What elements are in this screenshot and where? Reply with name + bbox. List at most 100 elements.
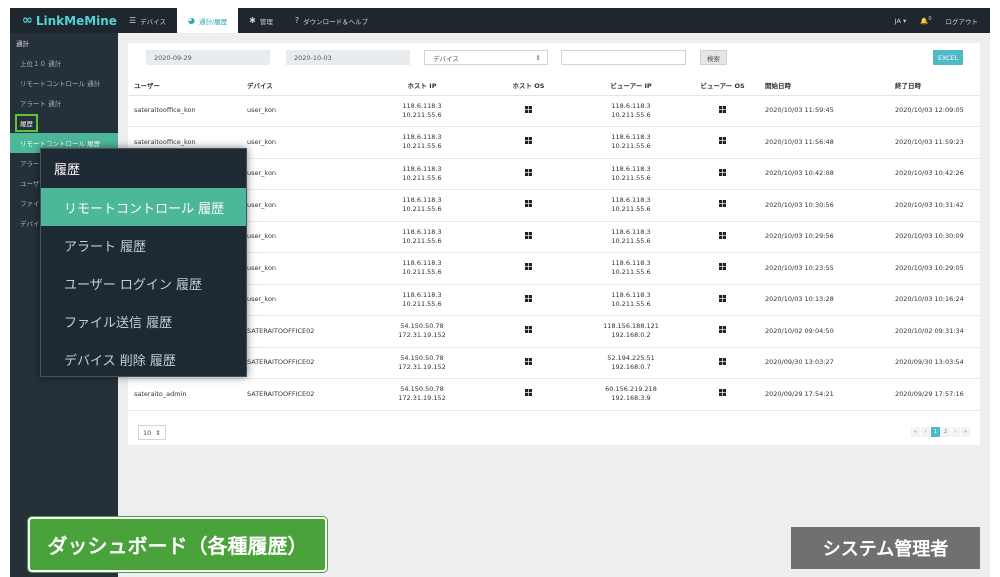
cell-end-time: 2020/09/29 17:57:16 bbox=[889, 378, 980, 411]
pagination-button[interactable]: › bbox=[951, 427, 960, 437]
windows-icon bbox=[525, 326, 532, 334]
search-input[interactable] bbox=[561, 50, 686, 65]
app-logo[interactable]: ∞ LinkMeMine bbox=[10, 13, 118, 28]
cell-viewer-os bbox=[686, 347, 759, 379]
table-row[interactable]: user_kon 118.6.118.3 10.211.55.6 118.6.118.… bbox=[128, 158, 980, 190]
tab-devices[interactable]: ☰ デバイス bbox=[118, 8, 177, 33]
cell-viewer-ip: 52.194.225.51 192.168.0.7 bbox=[576, 347, 686, 379]
viewer-ip-public: 60.156.219.218 bbox=[605, 385, 657, 394]
cell-viewer-ip: 118.156.188.121 192.168.0.2 bbox=[576, 315, 686, 348]
table-row[interactable]: user_kon 118.6.118.3 10.211.55.6 118.6.118.… bbox=[128, 284, 980, 316]
host-ip-public: 54.150.50.78 bbox=[400, 322, 444, 331]
windows-icon bbox=[719, 294, 726, 302]
pie-chart-icon: ◕ bbox=[187, 16, 195, 25]
windows-icon bbox=[525, 294, 532, 302]
popup-item-file-history[interactable]: ファイル送信 履歴 bbox=[41, 302, 246, 340]
excel-button[interactable]: EXCEL bbox=[933, 50, 964, 65]
tab-admin[interactable]: ✱ 管理 bbox=[238, 8, 284, 33]
col-viewer-os[interactable]: ビューアー OS bbox=[686, 75, 759, 96]
per-page-select[interactable]: 10 ⇕ bbox=[138, 425, 166, 440]
viewer-ip-local: 192.168.3.9 bbox=[611, 394, 651, 403]
host-ip-local: 10.211.55.6 bbox=[402, 142, 442, 151]
language-dropdown[interactable]: JA ▾ bbox=[895, 17, 907, 25]
cell-host-os bbox=[481, 347, 576, 379]
tab-download-help[interactable]: ? ダウンロード＆ヘルプ bbox=[284, 8, 379, 33]
device-select-value: デバイス bbox=[433, 54, 459, 63]
cell-viewer-os bbox=[686, 95, 759, 127]
windows-icon bbox=[719, 168, 726, 176]
cell-end-time: 2020/10/03 11:59:23 bbox=[889, 126, 980, 159]
date-from-input[interactable]: 2020-09-29 bbox=[146, 50, 270, 65]
table-row[interactable]: user_kon 118.6.118.3 10.211.55.6 118.6.118.… bbox=[128, 252, 980, 285]
cell-host-ip: 118.6.118.3 10.211.55.6 bbox=[363, 95, 481, 127]
tab-stats-history[interactable]: ◕ 通計/履歴 bbox=[176, 8, 239, 33]
cell-host-ip: 54.150.50.78 172.31.19.152 bbox=[363, 347, 481, 379]
popup-item-remote-history[interactable]: リモートコントロール 履歴 bbox=[41, 188, 246, 226]
navbar-right: JA ▾ 🔔0 ログアウト bbox=[895, 16, 990, 26]
cell-viewer-os bbox=[686, 378, 759, 411]
logout-link[interactable]: ログアウト bbox=[946, 16, 979, 26]
cell-host-ip: 118.6.118.3 10.211.55.6 bbox=[363, 221, 481, 253]
col-start-time[interactable]: 開始日時 bbox=[759, 75, 889, 96]
pagination-button[interactable]: 1 bbox=[931, 427, 940, 437]
history-zoom-popup: 履歴 リモートコントロール 履歴 アラート 履歴 ユーザー ログイン 履歴 ファ… bbox=[40, 148, 247, 377]
table-row[interactable]: sateraito_admin SATERAITOOFFICE02 54.150.5… bbox=[128, 378, 980, 411]
cell-host-os bbox=[481, 378, 576, 411]
filter-bar: 2020-09-29 2020-10-03 デバイス ⇕ 検索 EXCEL bbox=[128, 43, 980, 75]
tab-stats-history-label: 通計/履歴 bbox=[198, 17, 228, 26]
windows-icon bbox=[719, 326, 726, 334]
cell-viewer-ip: 118.6.118.3 10.211.55.6 bbox=[576, 221, 686, 253]
sidebar-item-alert-stats[interactable]: アラート 通計 bbox=[10, 93, 118, 113]
col-device[interactable]: デバイス bbox=[241, 75, 363, 96]
logo-text: LinkMeMine bbox=[35, 13, 117, 28]
pagination-button[interactable]: « bbox=[911, 427, 920, 437]
host-ip-local: 172.31.19.152 bbox=[398, 331, 446, 340]
cell-start-time: 2020/10/03 10:30:56 bbox=[759, 189, 889, 222]
table-row[interactable]: user_kon 118.6.118.3 10.211.55.6 118.6.118.… bbox=[128, 189, 980, 222]
cell-device: SATERAITOOFFICE02 bbox=[241, 378, 363, 411]
viewer-ip-local: 192.168.0.2 bbox=[611, 331, 651, 340]
sidebar-item-label: アラート 履歴 bbox=[20, 160, 42, 168]
cell-viewer-os bbox=[686, 126, 759, 159]
list-icon: ☰ bbox=[129, 16, 137, 25]
dashboard-caption-badge: ダッシュボード（各種履歴） bbox=[27, 516, 328, 573]
viewer-ip-local: 10.211.55.6 bbox=[611, 299, 651, 308]
windows-icon bbox=[719, 137, 726, 145]
table-row[interactable]: sateraitooffice_kon user_kon 118.6.118.3 10… bbox=[128, 95, 980, 127]
search-button[interactable]: 検索 bbox=[700, 50, 727, 65]
pagination-button[interactable]: 2 bbox=[941, 427, 950, 437]
viewer-ip-local: 10.211.55.6 bbox=[611, 110, 651, 119]
cell-viewer-ip: 118.6.118.3 10.211.55.6 bbox=[576, 252, 686, 285]
table-row[interactable]: sateraitooffice_kon user_kon 118.6.118.3 10… bbox=[128, 126, 980, 159]
sidebar-item-remote-stats[interactable]: リモートコントロール 通計 bbox=[10, 73, 118, 93]
table-row[interactable]: user_kon 118.6.118.3 10.211.55.6 118.6.118.… bbox=[128, 221, 980, 253]
windows-icon bbox=[525, 357, 532, 365]
col-host-os[interactable]: ホスト OS bbox=[481, 75, 576, 96]
host-ip-public: 118.6.118.3 bbox=[402, 196, 442, 205]
viewer-ip-local: 10.211.55.6 bbox=[611, 173, 651, 182]
date-to-input[interactable]: 2020-10-03 bbox=[286, 50, 410, 65]
host-ip-public: 118.6.118.3 bbox=[402, 259, 442, 268]
pagination-button[interactable]: ‹ bbox=[921, 427, 930, 437]
popup-item-login-history[interactable]: ユーザー ログイン 履歴 bbox=[41, 264, 246, 302]
pagination-button[interactable]: » bbox=[961, 427, 970, 437]
viewer-ip-local: 10.211.55.6 bbox=[611, 268, 651, 277]
col-end-time[interactable]: 終了日時 bbox=[889, 75, 980, 96]
table-row[interactable]: SATERAITOOFFICE02 54.150.50.78 172.31.19.1… bbox=[128, 347, 980, 379]
cell-end-time: 2020/10/03 10:16:24 bbox=[889, 284, 980, 316]
cell-end-time: 2020/10/03 10:30:09 bbox=[889, 221, 980, 253]
history-table: ユーザー デバイス ホスト IP ホスト OS ビューアー IP ビューアー O… bbox=[128, 75, 980, 411]
device-select[interactable]: デバイス ⇕ bbox=[424, 50, 548, 65]
cell-host-os bbox=[481, 315, 576, 348]
col-viewer-ip[interactable]: ビューアー IP bbox=[576, 75, 686, 96]
col-user[interactable]: ユーザー bbox=[128, 75, 241, 96]
cell-viewer-os bbox=[686, 284, 759, 316]
notification-bell[interactable]: 🔔0 bbox=[920, 16, 931, 25]
popup-item-device-delete-history[interactable]: デバイス 削除 履歴 bbox=[41, 340, 246, 378]
table-row[interactable]: SATERAITOOFFICE02 54.150.50.78 172.31.19.1… bbox=[128, 315, 980, 348]
sidebar-item-top10-stats[interactable]: 上位１０ 通計 bbox=[10, 53, 118, 73]
cell-end-time: 2020/09/30 13:03:54 bbox=[889, 347, 980, 379]
cell-device: user_kon bbox=[241, 158, 363, 190]
popup-item-alert-history[interactable]: アラート 履歴 bbox=[41, 226, 246, 264]
col-host-ip[interactable]: ホスト IP bbox=[363, 75, 481, 96]
